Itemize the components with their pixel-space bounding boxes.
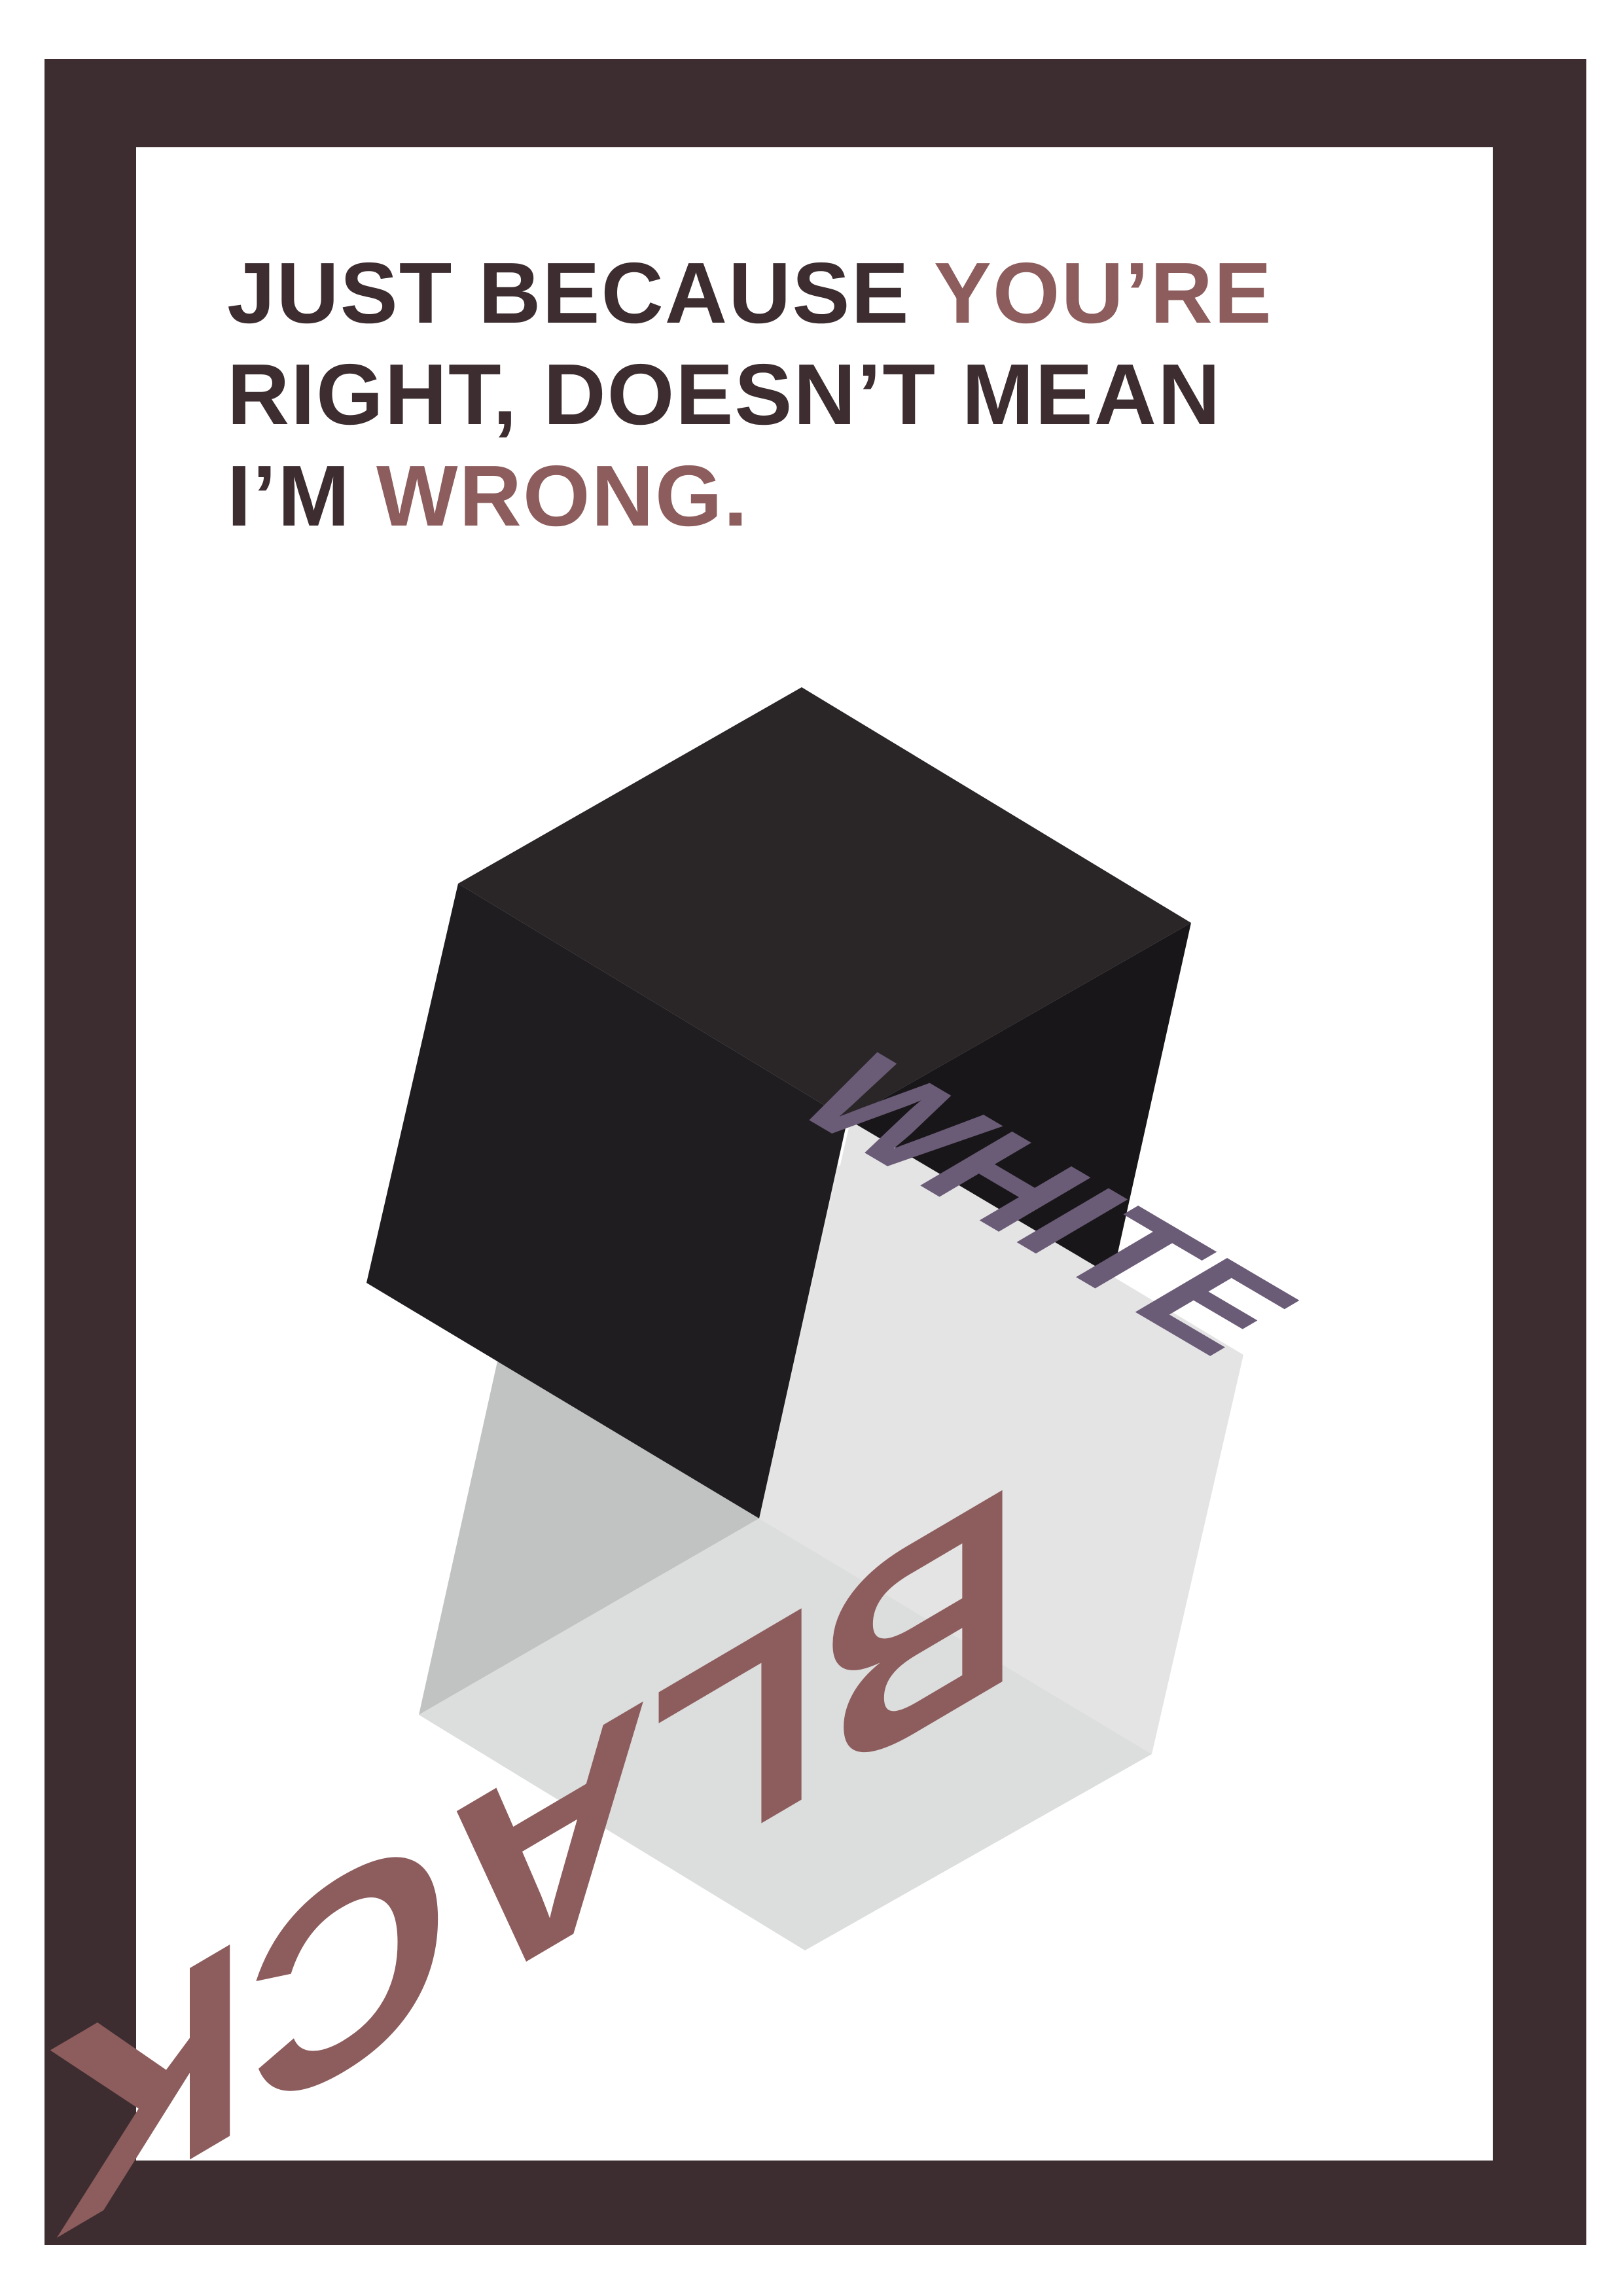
- cube-illustration: BLACK WHITE: [48, 687, 1336, 2296]
